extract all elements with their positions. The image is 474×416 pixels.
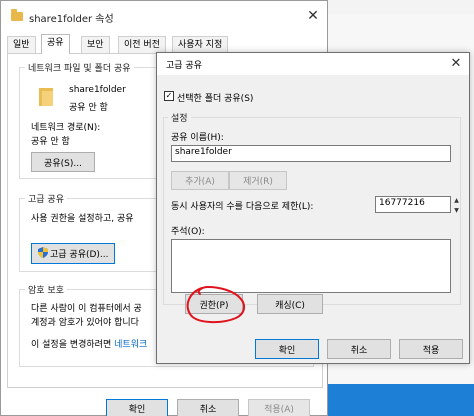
annotation-circle [186, 285, 246, 324]
caching-button[interactable]: 캐싱(C) [257, 294, 323, 314]
tab-general[interactable]: 일반 [7, 36, 36, 53]
tab-security[interactable]: 보안 [81, 36, 110, 53]
settings-group-label: 설정 [168, 111, 191, 124]
taskbar-area [326, 384, 474, 416]
password-protection-group-label: 암호 보호 [25, 283, 67, 296]
window-title: share1folder 속성 [29, 14, 114, 25]
user-limit-input[interactable]: 16777216 [375, 196, 451, 213]
tab-sharing[interactable]: 공유 [41, 34, 70, 54]
dialog-title: 고급 공유 [166, 61, 202, 71]
folder-name: share1folder [69, 85, 126, 95]
add-share-button[interactable]: 추가(A) [171, 171, 229, 190]
share-button[interactable]: 공유(S)... [31, 152, 95, 172]
password-description-line1: 다른 사람이 이 컴퓨터에서 공 [31, 304, 142, 314]
dialog-cancel-button[interactable]: 취소 [327, 339, 391, 359]
folder-icon [11, 9, 23, 21]
dialog-titlebar: 고급 공유 ✕ [157, 53, 469, 75]
password-description-line3: 이 설정을 변경하려면 네트워크 [31, 337, 147, 350]
shield-icon [38, 247, 48, 258]
ok-button[interactable]: 확인 [106, 399, 168, 416]
advanced-sharing-group-label: 고급 공유 [25, 192, 67, 205]
password-change-text: 이 설정을 변경하려면 [31, 340, 115, 350]
apply-button[interactable]: 적용(A) [248, 399, 310, 416]
share-folder-checkbox-label[interactable]: 선택한 폴더 공유(S) [177, 91, 253, 104]
close-icon[interactable]: ✕ [445, 54, 467, 74]
network-path-label: 네트워크 경로(N): [31, 123, 101, 133]
properties-titlebar: share1folder 속성 ✕ [1, 1, 327, 31]
comment-label: 주석(O): [171, 227, 205, 237]
close-icon[interactable]: ✕ [301, 5, 325, 27]
tab-customize[interactable]: 사용자 지정 [172, 36, 229, 53]
dialog-ok-button[interactable]: 확인 [255, 339, 319, 359]
folder-icon [39, 88, 53, 106]
spin-up-icon[interactable]: ▲ [451, 196, 462, 206]
network-share-group-label: 네트워크 파일 및 폴더 공유 [25, 61, 134, 74]
remove-share-button[interactable]: 제거(R) [229, 171, 287, 190]
user-limit-spinner[interactable]: ▲ ▼ [451, 196, 462, 216]
share-folder-checkbox[interactable]: ✓ [164, 91, 174, 101]
dialog-apply-button[interactable]: 적용 [399, 339, 463, 359]
spin-down-icon[interactable]: ▼ [451, 206, 462, 216]
network-path-value: 공유 안 함 [31, 137, 70, 147]
cancel-button[interactable]: 취소 [177, 399, 239, 416]
password-description-line2: 계정과 암호가 있어야 합니다 [31, 318, 139, 328]
folder-share-state: 공유 안 함 [69, 103, 108, 113]
advanced-sharing-description: 사용 권한을 설정하고, 공유 [31, 214, 134, 224]
network-center-link[interactable]: 네트워크 [114, 340, 147, 350]
share-name-label: 공유 이름(H): [171, 133, 224, 143]
user-limit-label: 동시 사용자의 수를 다음으로 제한(L): [171, 202, 314, 212]
share-name-input[interactable]: share1folder [171, 145, 451, 162]
tab-previous-versions[interactable]: 이전 버전 [118, 36, 166, 53]
